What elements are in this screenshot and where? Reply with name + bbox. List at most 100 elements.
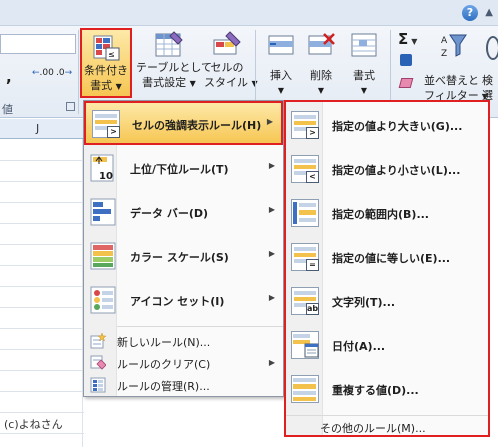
- sigma-icon: Σ: [398, 30, 409, 48]
- more-rules-label: その他のルール(M)...: [320, 422, 426, 435]
- fill-down-icon[interactable]: [400, 54, 412, 66]
- submenu-arrow-icon: ▶: [268, 358, 275, 367]
- menu-item-manage-rules[interactable]: ルールの管理(R)...: [84, 374, 283, 396]
- column-header[interactable]: J: [0, 119, 84, 139]
- collapse-ribbon-icon[interactable]: ▲: [485, 7, 493, 18]
- submenu-item-label: 指定の範囲内(B)...: [332, 208, 429, 221]
- gridline: [0, 412, 84, 413]
- submenu-item-duplicate-values[interactable]: 重複する値(D)...: [286, 368, 488, 410]
- find-select-button[interactable]: 検 選: [482, 73, 493, 103]
- conditional-formatting-button[interactable]: ≤ 条件付き 書式 ▼: [80, 28, 132, 98]
- submenu-item-label: 文字列(T)...: [332, 296, 396, 309]
- highlight-cells-rules-submenu: > 指定の値より大きい(G)... < 指定の値より小さい(L)... 指定の範…: [284, 100, 490, 437]
- menu-separator: [117, 326, 283, 327]
- gridline: [0, 286, 84, 287]
- sort-filter-icon: A Z: [440, 32, 468, 62]
- gridline: [0, 307, 84, 308]
- data-bars-icon: [90, 198, 118, 226]
- insert-button[interactable]: 挿入 ▼: [262, 30, 300, 98]
- gridline: [0, 244, 84, 245]
- submenu-item-label: 指定の値に等しい(E)...: [332, 252, 451, 265]
- autosum-button[interactable]: Σ ▼: [398, 30, 417, 48]
- number-group-label: 値: [2, 103, 13, 116]
- column-header-label: J: [36, 122, 40, 135]
- gridline: [0, 223, 84, 224]
- menu-item-label: データ バー(D): [130, 207, 209, 220]
- submenu-item-equal-to[interactable]: = 指定の値に等しい(E)...: [286, 236, 488, 278]
- gridline: [0, 202, 84, 203]
- arrow-right-icon: →: [64, 68, 73, 78]
- format-button[interactable]: 書式 ▼: [344, 30, 384, 98]
- conditional-formatting-menu: > セルの強調表示ルール(H) ▶ 10 上位/下位ルール(T) ▶ データ バ…: [83, 100, 284, 397]
- calendar-icon: [291, 331, 319, 359]
- submenu-item-label: 指定の値より大きい(G)...: [332, 120, 463, 133]
- dropdown-arrow-icon: ▼: [411, 37, 418, 46]
- help-icon[interactable]: ?: [462, 5, 478, 21]
- text-contains-icon: ab: [291, 287, 319, 315]
- greater-than-icon: >: [291, 111, 319, 139]
- format-as-table-icon: [154, 30, 184, 60]
- menu-item-label: セルの強調表示ルール(H): [132, 119, 262, 132]
- submenu-arrow-icon: ▶: [268, 249, 275, 258]
- conditional-formatting-icon: ≤: [91, 33, 121, 63]
- comma-style-button[interactable]: ,: [6, 68, 12, 86]
- dropdown-arrow-icon: ▼: [317, 86, 325, 95]
- gridline: [0, 370, 84, 371]
- svg-text:10: 10: [99, 171, 113, 182]
- delete-label: 削除: [310, 69, 332, 82]
- submenu-arrow-icon: ▶: [268, 293, 275, 302]
- group-divider: [78, 30, 79, 114]
- gridline: [0, 328, 84, 329]
- dialog-launcher-icon[interactable]: [66, 102, 75, 111]
- menu-item-data-bars[interactable]: データ バー(D) ▶: [84, 191, 283, 235]
- manage-rules-icon: [90, 377, 106, 393]
- dropdown-arrow-icon: ▼: [189, 79, 196, 88]
- submenu-item-between[interactable]: 指定の範囲内(B)...: [286, 192, 488, 234]
- gridline: [0, 433, 84, 434]
- menu-item-new-rule[interactable]: 新しいルール(N)...: [84, 330, 283, 352]
- submenu-arrow-icon: ▶: [268, 161, 275, 170]
- copyright-text: (c)よねさん: [4, 418, 63, 431]
- format-as-table-button[interactable]: テーブルとして 書式設定 ▼: [136, 30, 212, 91]
- clear-rules-icon: [90, 355, 107, 371]
- menu-item-label: ルールのクリア(C): [117, 358, 211, 371]
- between-icon: [291, 199, 319, 227]
- submenu-item-less-than[interactable]: < 指定の値より小さい(L)...: [286, 148, 488, 190]
- menu-item-top-bottom-rules[interactable]: 10 上位/下位ルール(T) ▶: [84, 147, 283, 191]
- duplicate-values-icon: [291, 375, 319, 403]
- insert-label: 挿入: [270, 69, 292, 82]
- gridline: [0, 391, 84, 392]
- dropdown-arrow-icon: ▼: [360, 86, 368, 95]
- name-box[interactable]: [0, 34, 76, 54]
- menu-item-highlight-cells-rules[interactable]: > セルの強調表示ルール(H) ▶: [84, 101, 283, 145]
- increase-decimal-button[interactable]: ←.00: [32, 68, 54, 78]
- dropdown-arrow-icon: ▼: [115, 82, 122, 91]
- menu-item-color-scales[interactable]: カラー スケール(S) ▶: [84, 235, 283, 279]
- conditional-formatting-label-1: 条件付き: [84, 64, 128, 77]
- svg-text:A: A: [441, 36, 448, 46]
- menu-item-label: 上位/下位ルール(T): [130, 163, 229, 176]
- menu-item-label: ルールの管理(R)...: [117, 380, 210, 393]
- delete-cells-icon: [306, 30, 336, 60]
- insert-cells-icon: [266, 30, 296, 60]
- arrow-left-icon: ←: [32, 68, 40, 78]
- equal-to-icon: =: [291, 243, 319, 271]
- highlight-cells-rules-icon: >: [92, 110, 120, 138]
- submenu-item-date-occurring[interactable]: 日付(A)...: [286, 324, 488, 366]
- eraser-icon[interactable]: [398, 78, 414, 88]
- submenu-item-greater-than[interactable]: > 指定の値より大きい(G)...: [286, 104, 488, 146]
- menu-item-icon-sets[interactable]: アイコン セット(I) ▶: [84, 279, 283, 323]
- color-scales-icon: [90, 242, 118, 270]
- cell-styles-button[interactable]: セルの スタイル ▼: [204, 30, 258, 91]
- menu-item-label: 新しいルール(N)...: [117, 336, 211, 349]
- gridline: [0, 181, 84, 182]
- submenu-item-text-contains[interactable]: ab 文字列(T)...: [286, 280, 488, 322]
- new-rule-icon: [90, 332, 107, 349]
- delete-button[interactable]: 削除 ▼: [302, 30, 340, 98]
- menu-item-clear-rules[interactable]: ルールのクリア(C) ▶: [84, 352, 283, 374]
- dropdown-arrow-icon: ▼: [277, 86, 285, 95]
- submenu-item-more-rules[interactable]: その他のルール(M)...: [286, 415, 488, 435]
- format-as-table-label-2: 書式設定 ▼: [142, 76, 196, 89]
- decrease-decimal-button[interactable]: .0→: [56, 68, 72, 78]
- format-label: 書式: [353, 69, 375, 82]
